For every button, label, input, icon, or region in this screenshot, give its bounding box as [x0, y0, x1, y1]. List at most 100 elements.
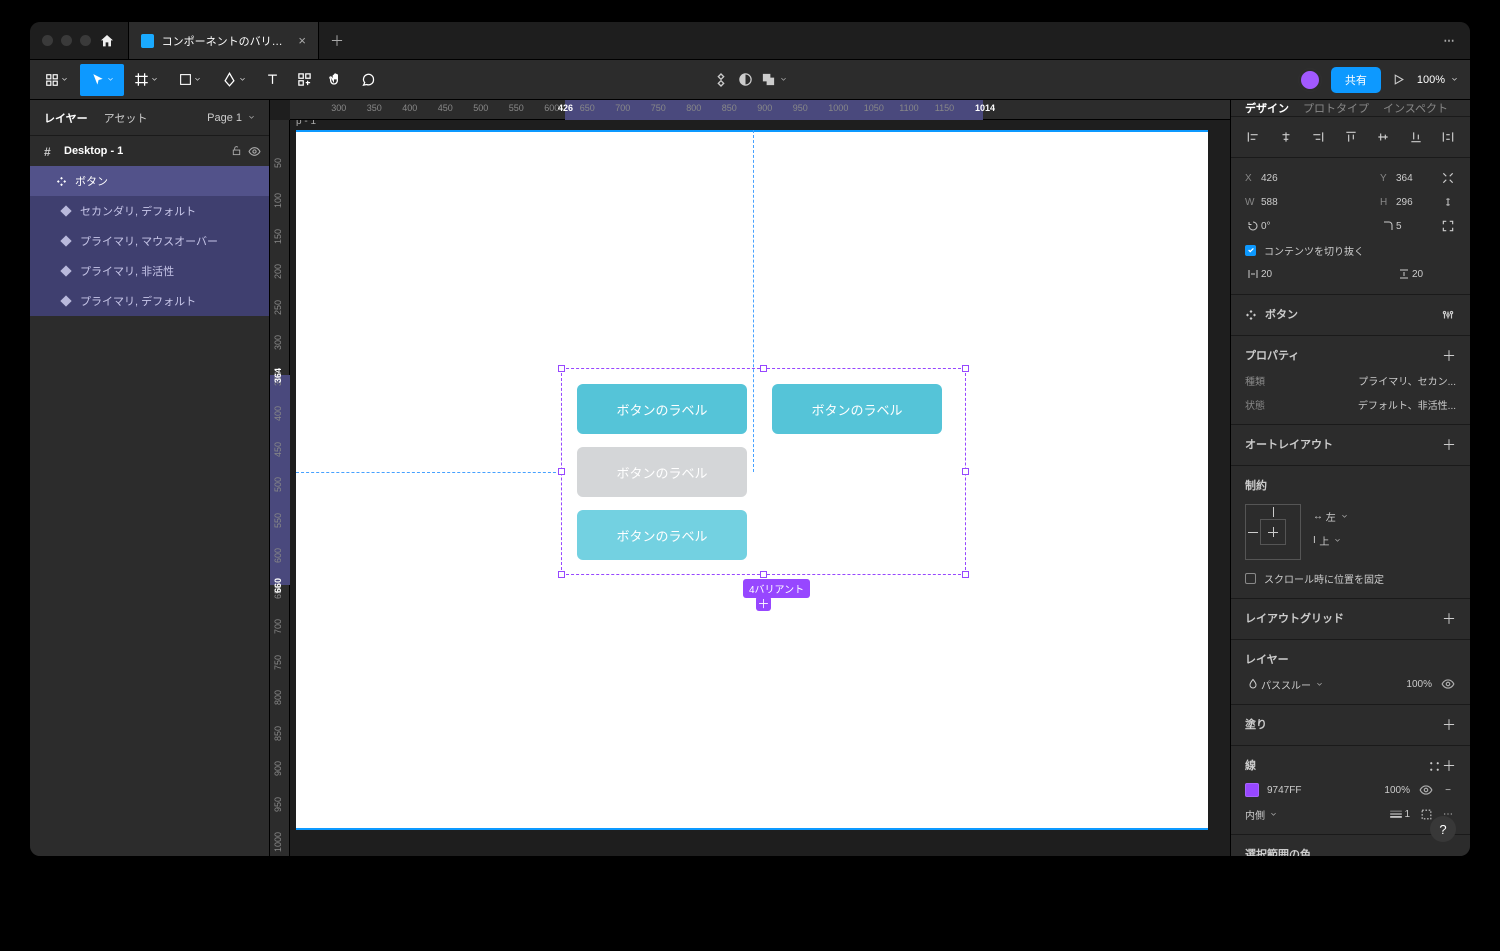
variant-row[interactable]: プライマリ, 非活性 — [30, 256, 269, 286]
variant-row[interactable]: プライマリ, デフォルト — [30, 286, 269, 316]
variant-row[interactable]: セカンダリ, デフォルト — [30, 196, 269, 226]
variant-button[interactable]: ボタンのラベル — [577, 384, 747, 434]
add-fill-button[interactable]: ＋ — [1442, 715, 1456, 735]
boolean-icon[interactable] — [761, 72, 787, 88]
frame-label: p - 1 — [296, 120, 316, 127]
variant-row[interactable]: プライマリ, マウスオーバー — [30, 226, 269, 256]
component-name: ボタン — [1265, 306, 1298, 322]
lock-icon[interactable] — [231, 145, 242, 158]
menu-icon[interactable]: ⋯ — [1430, 22, 1470, 59]
x-input[interactable]: 426 — [1261, 173, 1305, 184]
present-icon[interactable] — [1391, 72, 1407, 88]
canvas-viewport[interactable]: 3003504004505005506006507007508008509009… — [270, 100, 1230, 856]
stroke-hex[interactable]: 9747FF — [1267, 785, 1301, 796]
mask-icon[interactable] — [737, 72, 753, 88]
tab-bar: コンポーネントのバリアント × ＋ ⋯ — [30, 22, 1470, 60]
align-hcenter-icon[interactable] — [1278, 129, 1294, 145]
tab-layers[interactable]: レイヤー — [44, 110, 88, 126]
shape-tool[interactable] — [168, 64, 212, 96]
stroke-opacity[interactable]: 100% — [1384, 785, 1410, 796]
add-property-button[interactable]: ＋ — [1442, 346, 1456, 366]
avatar[interactable] — [1299, 69, 1321, 91]
pad-h-input[interactable]: 20 — [1261, 269, 1305, 280]
text-tool[interactable] — [256, 64, 288, 96]
constraint-v[interactable]: I 上 — [1313, 528, 1348, 552]
component-icon[interactable] — [713, 72, 729, 88]
per-side-icon[interactable] — [1418, 806, 1434, 822]
radius-input[interactable]: 5 — [1396, 221, 1440, 232]
file-tab[interactable]: コンポーネントのバリアント × — [129, 22, 319, 59]
close-icon[interactable]: × — [298, 33, 306, 48]
align-vcenter-icon[interactable] — [1375, 129, 1391, 145]
fix-checkbox[interactable] — [1245, 573, 1256, 584]
variant-button[interactable]: ボタンのラベル — [772, 384, 942, 434]
pen-tool[interactable] — [212, 64, 256, 96]
w-input[interactable]: 588 — [1261, 197, 1305, 208]
home-tab[interactable] — [85, 22, 129, 59]
align-to-px-icon[interactable] — [1440, 170, 1456, 186]
frame-tool[interactable] — [124, 64, 168, 96]
component-icon — [56, 176, 67, 187]
add-stroke-button[interactable]: ＋ — [1442, 756, 1456, 776]
eye-icon[interactable] — [1418, 782, 1434, 798]
move-tool[interactable] — [80, 64, 124, 96]
clip-checkbox[interactable] — [1245, 245, 1256, 256]
fill-title: 塗り — [1245, 716, 1267, 732]
prop-state-value[interactable]: デフォルト、非活性... — [1358, 397, 1456, 412]
constrain-icon[interactable] — [1440, 194, 1456, 210]
prop-kind-value[interactable]: プライマリ、セカン... — [1358, 373, 1456, 388]
variant-icon — [60, 265, 71, 276]
h-input[interactable]: 296 — [1396, 197, 1440, 208]
remove-icon[interactable]: − — [1440, 782, 1456, 798]
settings-icon[interactable] — [1440, 307, 1456, 323]
tab-assets[interactable]: アセット — [104, 110, 148, 126]
rotation-input[interactable]: 0° — [1261, 221, 1305, 232]
stroke-swatch[interactable] — [1245, 783, 1259, 797]
align-bottom-icon[interactable] — [1408, 129, 1424, 145]
constraint-widget[interactable] — [1245, 504, 1301, 560]
zoom-control[interactable]: 100% — [1417, 74, 1458, 86]
component-set[interactable]: ボタンのラベル ボタンのラベル ボタンのラベル ボタンのラベル — [561, 368, 966, 575]
hand-tool[interactable] — [320, 64, 352, 96]
eye-icon[interactable] — [1440, 676, 1456, 692]
resources-tool[interactable] — [288, 64, 320, 96]
tidy-icon[interactable] — [1440, 129, 1456, 145]
tab-inspect[interactable]: インスペクト — [1383, 100, 1448, 116]
tab-prototype[interactable]: プロトタイプ — [1303, 100, 1369, 116]
layers-panel: レイヤー アセット Page 1 Desktop - 1 ボタン セカンダリ — [30, 100, 270, 856]
eye-icon[interactable] — [248, 145, 261, 158]
align-left-icon[interactable] — [1245, 129, 1261, 145]
variant-button[interactable]: ボタンのラベル — [577, 510, 747, 560]
share-button[interactable]: 共有 — [1331, 67, 1381, 93]
variant-icon — [60, 235, 71, 246]
align-right-icon[interactable] — [1310, 129, 1326, 145]
constraint-h[interactable]: ↔ 左 — [1313, 504, 1348, 528]
frame-row[interactable]: Desktop - 1 — [30, 136, 269, 166]
add-variant-button[interactable]: ＋ — [756, 596, 771, 611]
selection-colors-title: 選択範囲の色 — [1245, 846, 1311, 856]
independent-corners-icon[interactable] — [1440, 218, 1456, 234]
pad-v-input[interactable]: 20 — [1412, 269, 1456, 280]
tab-design[interactable]: デザイン — [1245, 100, 1289, 116]
pad-v-icon — [1396, 266, 1412, 282]
component-row[interactable]: ボタン — [30, 166, 269, 196]
layer-opacity[interactable]: 100% — [1406, 679, 1432, 690]
add-autolayout-button[interactable]: ＋ — [1442, 435, 1456, 455]
style-icon[interactable] — [1426, 758, 1442, 774]
artboard[interactable]: ボタンのラベル ボタンのラベル ボタンのラベル ボタンのラベル 4バリアント ＋ — [296, 130, 1208, 830]
y-input[interactable]: 364 — [1396, 173, 1440, 184]
page-selector[interactable]: Page 1 — [207, 112, 255, 124]
stroke-weight[interactable]: 1 — [1404, 809, 1410, 820]
autolayout-title: オートレイアウト — [1245, 436, 1333, 452]
add-grid-button[interactable]: ＋ — [1442, 609, 1456, 629]
ruler-vertical: 5010015020025030035040045050055060065070… — [270, 120, 290, 856]
constraints-title: 制約 — [1245, 477, 1267, 493]
stroke-pos[interactable]: 内側 — [1245, 807, 1265, 822]
figma-menu[interactable] — [34, 64, 78, 96]
variant-button[interactable]: ボタンのラベル — [577, 447, 747, 497]
blend-mode[interactable]: パススルー — [1261, 677, 1311, 692]
align-top-icon[interactable] — [1343, 129, 1359, 145]
new-tab-button[interactable]: ＋ — [319, 22, 355, 59]
help-button[interactable]: ? — [1430, 816, 1456, 842]
comment-tool[interactable] — [352, 64, 384, 96]
